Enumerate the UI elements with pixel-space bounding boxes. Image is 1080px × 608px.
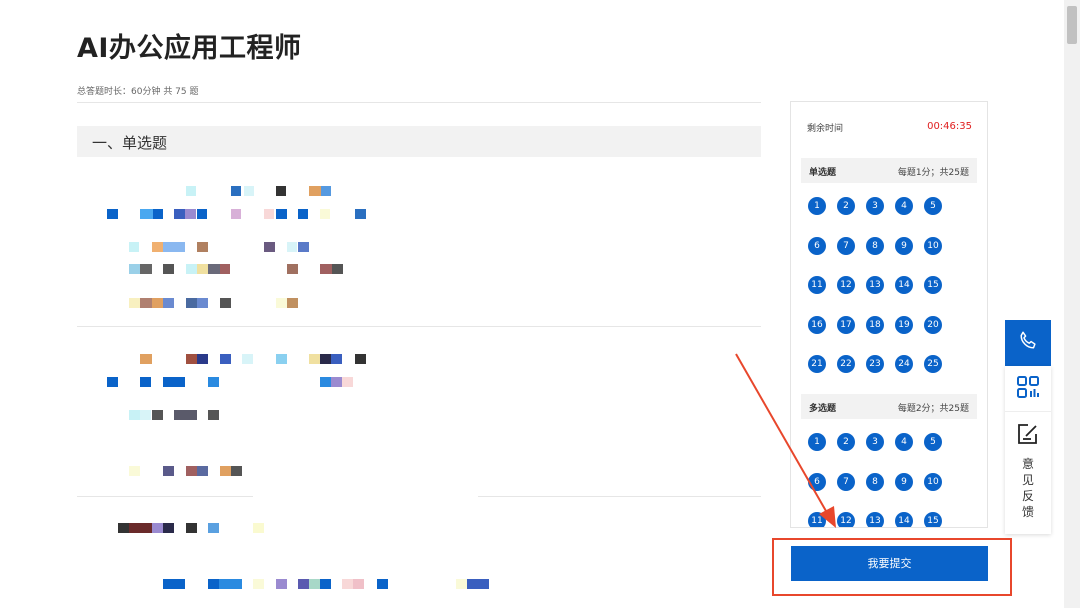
scrollbar-track[interactable] (1064, 0, 1080, 608)
scrollbar-thumb[interactable] (1067, 6, 1077, 44)
side-toolbar: 意见反馈 (1005, 366, 1051, 534)
exam-page: AI办公应用工程师 总答题时长：60分钟 共 75 题 一、单选题 剩余时间 0… (0, 0, 1080, 608)
feedback-label: 意见反馈 (1021, 457, 1034, 519)
phone-icon (1017, 330, 1039, 356)
feedback-button[interactable]: 意见反馈 (1005, 418, 1051, 528)
qrcode-button[interactable] (1005, 366, 1051, 412)
feedback-edit-icon (1016, 424, 1040, 450)
qrcode-icon (1016, 375, 1040, 403)
annotation-arrow (735, 353, 836, 528)
phone-button[interactable] (1005, 320, 1051, 366)
